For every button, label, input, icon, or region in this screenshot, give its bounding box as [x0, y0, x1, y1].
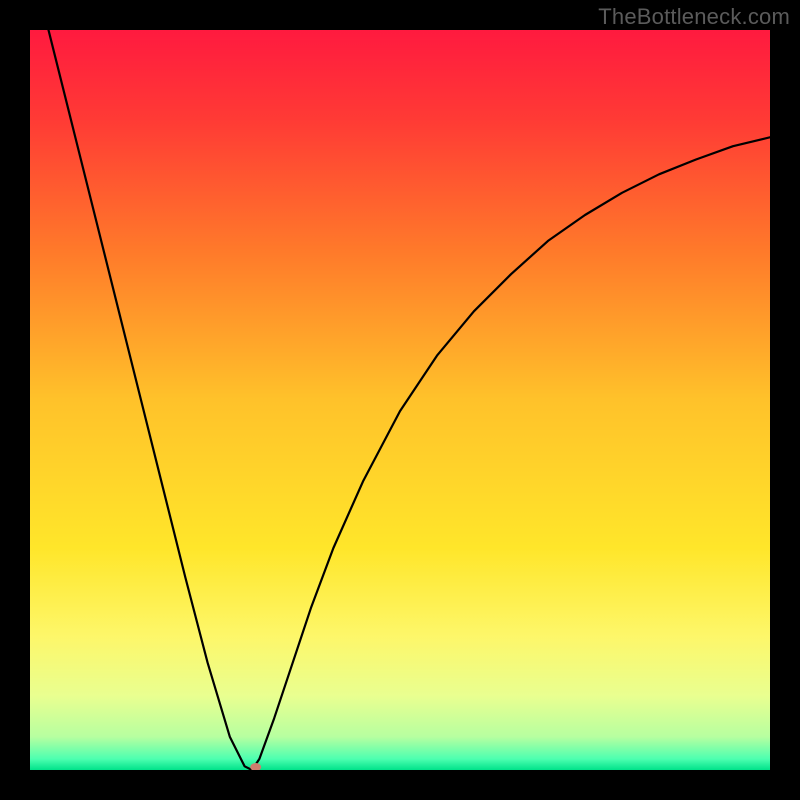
watermark-text: TheBottleneck.com [598, 4, 790, 30]
chart-frame: TheBottleneck.com [0, 0, 800, 800]
plot-svg [30, 30, 770, 770]
plot-area [30, 30, 770, 770]
